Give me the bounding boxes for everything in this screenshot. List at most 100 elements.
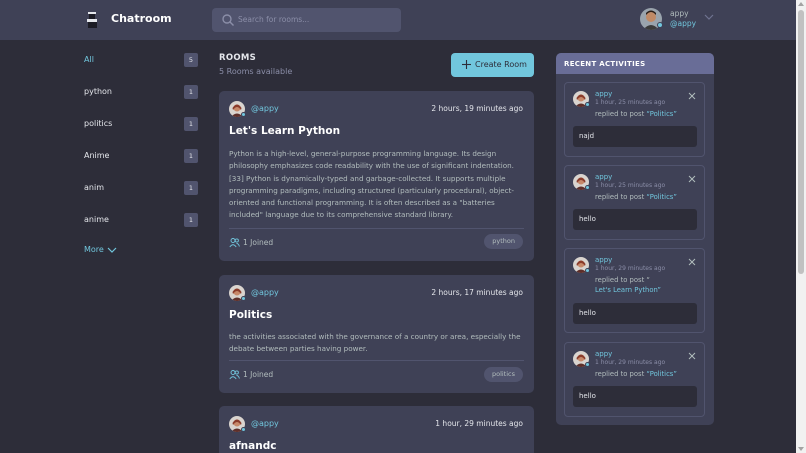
activity-post-link[interactable]: Let's Learn Python”	[595, 286, 661, 294]
chevron-down-icon[interactable]	[704, 13, 714, 21]
participants-count[interactable]: 1 Joined	[243, 238, 273, 247]
chevron-down-icon[interactable]	[107, 246, 117, 254]
plus-icon	[462, 60, 471, 69]
activity-description: replied to post “Politics”	[595, 192, 701, 202]
close-icon[interactable]	[688, 92, 696, 100]
room-topic-tag[interactable]: python	[484, 234, 523, 249]
room-card: @appy 2 hours, 19 minutes ago Let's Lear…	[219, 91, 534, 261]
room-host-link[interactable]: @appy	[251, 419, 279, 428]
online-status-dot	[241, 296, 246, 301]
room-title-link[interactable]: Politics	[229, 309, 272, 321]
activity-user-link[interactable]: appy	[595, 256, 612, 264]
activity-description: replied to post “ Let's Learn Python”	[595, 275, 701, 295]
scrollbar-thumb[interactable]	[798, 10, 804, 274]
activity-user-link[interactable]: appy	[595, 173, 612, 181]
topic-count-badge: 1	[184, 85, 198, 99]
brand-name[interactable]: Chatroom	[111, 12, 172, 25]
recent-activities-panel: RECENT ACTIVITIES appy 1 hour, 25 minute…	[556, 53, 714, 425]
online-status-dot	[585, 268, 590, 273]
activity-timestamp: 1 hour, 29 minutes ago	[595, 359, 666, 366]
room-host-link[interactable]: @appy	[251, 288, 279, 297]
activity-message-box: hello	[573, 303, 697, 324]
topic-count-badge: 5	[184, 53, 198, 67]
search-input-placeholder[interactable]: Search for rooms...	[238, 15, 309, 24]
room-topic-tag[interactable]: politics	[483, 367, 523, 382]
activity-message-box: najd	[573, 126, 697, 147]
page-scrollbar[interactable]	[796, 0, 806, 453]
room-title-link[interactable]: afnandc	[229, 440, 276, 452]
room-description: the activities associated with the gover…	[229, 332, 521, 354]
room-host-link[interactable]: @appy	[251, 104, 279, 113]
search-icon	[222, 14, 234, 26]
chatroom-logo-icon[interactable]	[84, 11, 102, 29]
topic-label[interactable]: anime	[84, 215, 109, 224]
topic-label[interactable]: anim	[84, 183, 104, 192]
activity-user-link[interactable]: appy	[595, 90, 612, 98]
activity-timestamp: 1 hour, 25 minutes ago	[595, 182, 666, 189]
scroll-up-arrow-icon[interactable]	[798, 2, 804, 6]
room-timestamp: 2 hours, 17 minutes ago	[431, 288, 523, 297]
activity-user-link[interactable]: appy	[595, 350, 612, 358]
close-icon[interactable]	[688, 175, 696, 183]
activity-message-box: hello	[573, 386, 697, 407]
create-room-button[interactable]: Create Room	[451, 53, 534, 77]
activity-prefix: replied to post	[595, 193, 647, 201]
activity-message: hello	[579, 215, 596, 223]
topic-item-anim[interactable]: anim 1	[84, 180, 198, 212]
participants-count[interactable]: 1 Joined	[243, 370, 273, 379]
people-icon	[229, 238, 240, 248]
activity-item: appy 1 hour, 25 minutes ago replied to p…	[564, 82, 705, 157]
activity-prefix: replied to post “	[595, 276, 650, 284]
activity-item: appy 1 hour, 25 minutes ago replied to p…	[564, 165, 705, 240]
close-icon[interactable]	[688, 352, 696, 360]
activity-post-link[interactable]: “Politics”	[646, 370, 676, 378]
online-status-dot	[585, 185, 590, 190]
activities-header: RECENT ACTIVITIES	[556, 53, 714, 74]
topic-item-anime-capital[interactable]: Anime 1	[84, 148, 198, 180]
room-timestamp: 2 hours, 19 minutes ago	[431, 104, 523, 113]
online-status-dot	[241, 427, 246, 432]
topic-count-badge: 1	[184, 213, 198, 227]
rooms-count: 5 Rooms available	[219, 67, 293, 76]
room-card: @appy 1 hour, 29 minutes ago afnandc	[219, 406, 534, 453]
user-handle[interactable]: @appy	[670, 19, 696, 28]
activities-title: RECENT ACTIVITIES	[564, 60, 646, 68]
online-status-dot	[241, 112, 246, 117]
activity-message: najd	[579, 132, 595, 140]
activity-item: appy 1 hour, 29 minutes ago replied to p…	[564, 342, 705, 417]
topic-item-python[interactable]: python 1	[84, 84, 198, 116]
user-name[interactable]: appy	[670, 9, 689, 18]
topic-label[interactable]: Anime	[84, 151, 109, 160]
activity-message: hello	[579, 309, 596, 317]
activity-post-link[interactable]: “Politics”	[646, 193, 676, 201]
topic-label[interactable]: All	[84, 55, 94, 64]
topic-count-badge: 1	[184, 149, 198, 163]
online-status-dot	[585, 362, 590, 367]
room-card: @appy 2 hours, 17 minutes ago Politics t…	[219, 275, 534, 393]
activity-post-link[interactable]: “Politics”	[646, 110, 676, 118]
topic-label[interactable]: politics	[84, 119, 112, 128]
close-icon[interactable]	[688, 258, 696, 266]
activity-prefix: replied to post	[595, 370, 647, 378]
activity-prefix: replied to post	[595, 110, 647, 118]
search-bar[interactable]: Search for rooms...	[212, 8, 401, 32]
more-topics-link[interactable]: More	[84, 245, 104, 254]
room-title-link[interactable]: Let's Learn Python	[229, 125, 340, 137]
room-timestamp: 1 hour, 29 minutes ago	[435, 419, 523, 428]
topic-item-politics[interactable]: politics 1	[84, 116, 198, 148]
topic-item-all[interactable]: All 5	[84, 52, 198, 84]
topic-count-badge: 1	[184, 117, 198, 131]
activity-timestamp: 1 hour, 25 minutes ago	[595, 99, 666, 106]
topic-item-anime[interactable]: anime 1	[84, 212, 198, 244]
people-icon	[229, 370, 240, 380]
topic-label[interactable]: python	[84, 87, 112, 96]
scroll-down-arrow-icon[interactable]	[798, 447, 804, 451]
activity-message: hello	[579, 392, 596, 400]
card-divider	[229, 360, 524, 361]
online-status-dot	[585, 102, 590, 107]
activity-message-box: hello	[573, 209, 697, 230]
activity-timestamp: 1 hour, 29 minutes ago	[595, 265, 666, 272]
topics-sidebar: All 5 python 1 politics 1 Anime 1 anim 1…	[84, 52, 198, 244]
card-divider	[229, 228, 524, 229]
activity-description: replied to post “Politics”	[595, 109, 701, 119]
